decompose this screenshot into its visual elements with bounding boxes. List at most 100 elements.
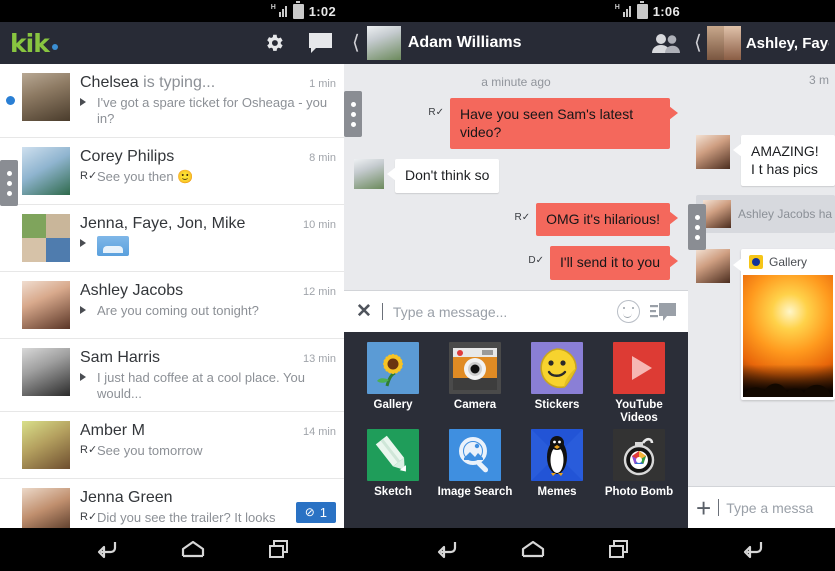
unread-dot — [6, 96, 15, 105]
message-input[interactable]: Type a messa — [726, 500, 827, 516]
chat-list-item[interactable]: Sam Harris 13 min I just had coffee at a… — [0, 339, 344, 412]
attachment-image-search[interactable]: Image Search — [434, 429, 516, 499]
message-bubble[interactable]: Don't think so — [386, 159, 500, 193]
recents-icon[interactable] — [264, 538, 294, 565]
chat-list-item[interactable]: Jenna, Faye, Jon, Mike 10 min — [0, 205, 344, 272]
people-icon[interactable] — [650, 32, 680, 54]
avatar — [22, 213, 70, 262]
status-bar-middle: H 1:06 — [344, 0, 688, 22]
read-receipt-icon: R✓ — [80, 444, 98, 456]
chat-name: Jenna, Faye, Jon, Mike — [80, 214, 246, 232]
chat-preview: R✓ Did you see the trailer? It looks — [80, 510, 276, 525]
read-receipt-icon: R✓ — [428, 107, 444, 118]
gallery-icon — [367, 342, 419, 394]
chat-list-item[interactable]: Amber M 14 min R✓ See you tomorrow — [0, 412, 344, 479]
plus-icon[interactable]: + — [696, 495, 711, 521]
attachment-youtube[interactable]: YouTube Videos — [598, 342, 680, 425]
attachment-grid: Gallery Camera Stickers YouTube Videos S… — [352, 342, 680, 500]
message-row: AMAZING! I t has pics — [696, 135, 835, 186]
gallery-card-label: Gallery — [769, 255, 808, 269]
chat-timestamp: 10 min — [302, 218, 336, 231]
avatar — [696, 135, 730, 169]
chat-list[interactable]: Chelsea is typing... 1 min I've got a sp… — [0, 64, 344, 528]
chat-name: Jenna Green — [80, 489, 173, 506]
chat-timestamp: 12 min — [302, 285, 336, 298]
attachment-sketch[interactable]: Sketch — [352, 429, 434, 499]
chat-list-item[interactable]: Corey Philips 8 min R✓ See you then 🙂 — [0, 138, 344, 205]
attachment-label: YouTube Videos — [615, 399, 663, 425]
network-type-label: H — [270, 4, 276, 11]
avatar — [22, 280, 70, 329]
avatar[interactable] — [706, 26, 741, 60]
chat-name: Sam Harris — [80, 348, 161, 366]
kik-logo-dot — [51, 43, 58, 50]
attachment-label: Gallery — [373, 399, 413, 411]
attachment-label: Memes — [537, 486, 577, 499]
avatar — [22, 421, 70, 469]
chat-timestamp: 13 min — [302, 352, 336, 365]
back-chevron-icon[interactable]: ⟨ — [352, 33, 360, 53]
drag-handle[interactable] — [0, 160, 18, 206]
status-icons: H — [271, 1, 304, 19]
chat-name: Ashley Jacobs — [80, 281, 184, 299]
message-row: Gallery — [696, 249, 835, 400]
avatar[interactable] — [366, 26, 401, 60]
attachment-gallery[interactable]: Gallery — [352, 342, 434, 425]
attachment-stickers[interactable]: Stickers — [516, 342, 598, 425]
back-icon[interactable] — [432, 538, 462, 565]
status-icons: H — [615, 1, 648, 19]
text-caret — [718, 499, 720, 516]
signal-icon: H — [615, 4, 633, 17]
status-bar-right — [688, 0, 835, 22]
back-icon[interactable] — [92, 538, 122, 565]
avatar — [22, 73, 70, 121]
sticker-icon — [531, 342, 583, 394]
conversation-title: Adam Williams — [407, 34, 522, 51]
drag-handle[interactable] — [688, 204, 706, 250]
conversation-header: ⟨ Ashley, Faye — [688, 22, 835, 64]
message-row: R✓ OMG it's hilarious! — [354, 202, 678, 236]
smiley-icon[interactable] — [617, 300, 640, 323]
chat-list-item[interactable]: Chelsea is typing... 1 min I've got a sp… — [0, 64, 344, 138]
chat-preview: I just had coffee at a cool place. You w… — [80, 370, 336, 403]
text-caret — [381, 303, 383, 320]
attachment-label: Sketch — [374, 486, 412, 499]
attachment-photo-bomb[interactable]: Photo Bomb — [598, 429, 680, 499]
conversation-header: ⟨ Adam Williams — [344, 22, 688, 64]
kik-mark-icon: ⊘ — [304, 505, 315, 519]
recents-icon[interactable] — [604, 538, 634, 565]
message-list[interactable]: a minute ago R✓ Have you seen Sam's late… — [344, 64, 688, 290]
message-bubble[interactable]: AMAZING! I t has pics — [733, 135, 835, 186]
youtube-icon — [613, 342, 665, 394]
message-input[interactable]: Type a message... — [393, 304, 607, 320]
message-bubble[interactable]: Have you seen Sam's latest video? — [450, 98, 678, 149]
app-bar: kik — [0, 22, 344, 64]
message-bubble[interactable]: OMG it's hilarious! — [536, 202, 678, 236]
read-receipt-icon: R✓ — [80, 511, 98, 523]
sticker-chat-icon[interactable] — [650, 302, 676, 322]
message-row: R✓ Have you seen Sam's latest video? — [354, 98, 678, 149]
kik-logo: kik — [10, 31, 58, 56]
message-row: Don't think so — [354, 159, 678, 193]
chat-list-item[interactable]: Jenna Green R✓ Did you see the trailer? … — [0, 479, 344, 528]
drag-handle[interactable] — [344, 91, 362, 137]
attachment-memes[interactable]: Memes — [516, 429, 598, 499]
read-receipt-icon: R✓ — [514, 211, 531, 223]
battery-icon — [636, 1, 648, 19]
back-chevron-icon[interactable]: ⟨ — [694, 33, 702, 53]
chat-list-item[interactable]: Ashley Jacobs 12 min Are you coming out … — [0, 272, 344, 339]
unread-badge: ⊘ 1 — [295, 501, 336, 523]
home-icon[interactable] — [518, 538, 548, 565]
close-icon[interactable]: ✕ — [356, 302, 372, 321]
status-bar-left: H 1:02 — [0, 0, 344, 22]
chat-preview: I've got a spare ticket for Osheaga - yo… — [80, 95, 336, 128]
gear-icon[interactable] — [263, 32, 285, 54]
back-icon[interactable] — [738, 538, 768, 565]
attachment-label: Stickers — [534, 399, 580, 411]
home-icon[interactable] — [178, 538, 208, 565]
chat-bubble-icon[interactable] — [307, 31, 334, 55]
attachment-camera[interactable]: Camera — [434, 342, 516, 425]
gallery-card[interactable]: Gallery — [733, 249, 835, 400]
message-list[interactable]: 3 m AMAZING! I t has pics Ashley Jacobs … — [688, 64, 835, 486]
message-bubble[interactable]: I'll send it to you — [550, 246, 678, 280]
